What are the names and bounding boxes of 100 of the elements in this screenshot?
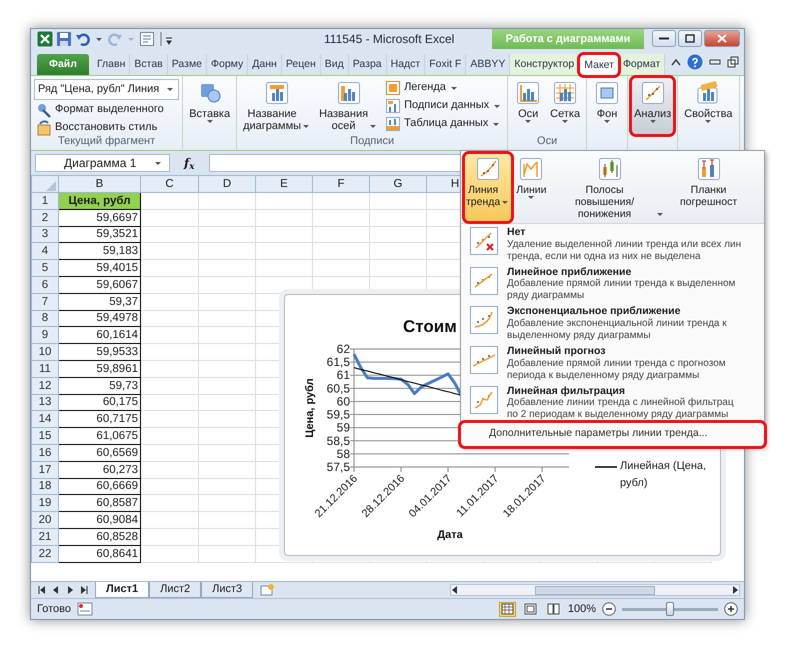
menu-item[interactable]: Экспоненциальное приближение Добавление экспоненциальной линии тренда к выделенному ряду диаграммы	[461, 303, 764, 343]
maximize-button[interactable]	[678, 30, 702, 47]
scroll-right-icon[interactable]	[731, 586, 739, 594]
gallery-button[interactable]: Линии	[514, 153, 549, 222]
table-cell: 59,73	[58, 377, 140, 394]
row-header[interactable]: 11	[32, 360, 58, 378]
command-button[interactable]: Формат выделенного	[34, 100, 180, 118]
row-header[interactable]: 15	[32, 428, 58, 444]
row-header[interactable]: 20	[32, 512, 58, 528]
zoom-out-icon[interactable]	[602, 602, 616, 616]
row-header[interactable]: 9	[32, 326, 58, 344]
page-break-button[interactable]	[544, 602, 562, 616]
normal-view-button[interactable]	[498, 602, 516, 616]
table-cell: 60,8528	[58, 528, 140, 546]
name-box[interactable]: Диаграмма 1	[35, 154, 170, 172]
ribbon-button[interactable]: Таблица данных	[383, 115, 504, 133]
next-sheet-icon[interactable]	[65, 585, 75, 595]
menu-item[interactable]: Линейная фильтрация Добавление линии тренда с линейной фильтрац по 2 периодам к выделенному ряду диаграммы	[461, 382, 764, 422]
ribbon-button[interactable]: Вставка	[186, 77, 234, 135]
ribbon-button[interactable]: Сетка	[547, 77, 584, 135]
menu-item[interactable]: Линейное приближение Добавление прямой линии тренда к выделенном ряду диаграммы	[461, 264, 764, 304]
row-header[interactable]: 6	[32, 276, 58, 294]
ribbon-tab[interactable]: Формат	[618, 54, 666, 75]
minimize-icon[interactable]	[709, 58, 722, 66]
column-header[interactable]: F	[312, 176, 370, 192]
close-button[interactable]	[704, 30, 740, 47]
row-header[interactable]: 19	[32, 494, 58, 512]
last-sheet-icon[interactable]	[79, 585, 89, 595]
zoom-slider[interactable]	[666, 602, 674, 616]
caret-icon	[493, 122, 500, 126]
sheet-tab[interactable]: Лист1	[95, 582, 150, 598]
row-header[interactable]: 21	[32, 528, 58, 546]
ribbon-button[interactable]: Анализ	[631, 77, 674, 135]
macro-record-icon[interactable]	[76, 602, 93, 616]
ribbon-tab[interactable]: Файл	[37, 54, 89, 75]
ribbon-button[interactable]: Фон	[590, 77, 624, 135]
ribbon-tab[interactable]: Макет	[579, 54, 619, 75]
minimize-button[interactable]	[652, 30, 676, 47]
row-header[interactable]: 10	[32, 344, 58, 360]
restore-icon[interactable]	[727, 56, 740, 68]
sheet-tab[interactable]: Лист3	[201, 582, 254, 598]
menu-item[interactable]: Нет Удаление выделенной линии тренда или всех лин тренда, если ни одна из них не выделена	[461, 224, 764, 264]
gallery-button[interactable]: Планки погрешност	[670, 153, 747, 222]
help-icon[interactable]	[687, 54, 704, 70]
new-sheet-icon[interactable]	[259, 583, 276, 597]
first-sheet-icon[interactable]	[37, 585, 47, 595]
scrollbar-thumb[interactable]	[535, 586, 655, 594]
row-header[interactable]: 1	[32, 192, 58, 210]
ribbon-tab[interactable]: Конструктор	[510, 54, 580, 75]
column-header[interactable]: B	[58, 176, 140, 192]
sheet-tab[interactable]: Лист2	[149, 582, 202, 598]
scroll-left-icon[interactable]	[451, 586, 459, 594]
row-header[interactable]: 22	[32, 545, 58, 562]
collapse-ribbon-icon[interactable]	[671, 58, 682, 66]
column-header[interactable]: E	[256, 176, 312, 192]
function-label[interactable]: f$_{x}$	[176, 154, 203, 172]
axes-chart-icon	[515, 80, 542, 106]
menu-item[interactable]: Линейный прогноз Добавление прямой линии тренда с прогнозом периода к выделенному ряду диаграммы	[461, 342, 764, 383]
table-cell: 60,6669	[58, 478, 140, 495]
caret-icon	[528, 196, 534, 200]
row-header[interactable]: 14	[32, 410, 58, 428]
customize-icon[interactable]	[158, 31, 174, 47]
undo-icon[interactable]	[75, 31, 91, 47]
ribbon-button[interactable]: Подписи данных	[383, 97, 504, 115]
row-header[interactable]: 13	[32, 394, 58, 411]
axis-titles-icon	[336, 80, 362, 106]
page-layout-button[interactable]	[522, 602, 539, 616]
row-header[interactable]: 18	[32, 478, 58, 495]
row-header[interactable]: 2	[32, 209, 58, 226]
ribbon-button[interactable]: Оси	[511, 77, 546, 135]
form-icon[interactable]	[139, 31, 155, 47]
row-header[interactable]: 3	[32, 226, 58, 243]
menu-item[interactable]: Дополнительные параметры линии тренда...	[461, 422, 764, 446]
minimize-icon	[659, 37, 669, 40]
command-button[interactable]: Восстановить стиль	[34, 118, 180, 136]
ribbon-button[interactable]: Легенда	[383, 79, 504, 97]
row-header[interactable]: 16	[32, 444, 58, 462]
ribbon-button[interactable]: Названия осей	[316, 77, 382, 135]
highlight-frame	[629, 75, 676, 137]
caret-icon	[303, 124, 310, 128]
row-header[interactable]: 4	[32, 242, 58, 260]
column-header[interactable]: D	[198, 176, 256, 192]
zoom-in-icon[interactable]	[724, 602, 738, 616]
caret-icon	[450, 86, 457, 90]
row-header[interactable]: 5	[32, 260, 58, 276]
column-header[interactable]: C	[140, 176, 198, 192]
previous-sheet-icon[interactable]	[51, 585, 61, 595]
row-header[interactable]: 7	[32, 293, 58, 310]
row-header[interactable]: 8	[32, 310, 58, 327]
ribbon-button[interactable]: Название диаграммы	[240, 77, 314, 135]
row-header[interactable]: 12	[32, 377, 58, 394]
table-cell: 59,6697	[58, 209, 140, 226]
selection-dropdown[interactable]: Ряд "Цена, рубл" Линия	[34, 79, 180, 100]
row-header[interactable]: 17	[32, 461, 58, 478]
ribbon-button[interactable]: Свойства	[681, 77, 736, 135]
gallery-button[interactable]: Полосы повышения/понижения	[550, 153, 669, 222]
column-header[interactable]: G	[370, 176, 426, 192]
legend-icon	[385, 80, 402, 96]
gallery-button[interactable]: Линия тренда	[464, 153, 512, 222]
axis-tick-label: 57,5	[326, 460, 350, 474]
